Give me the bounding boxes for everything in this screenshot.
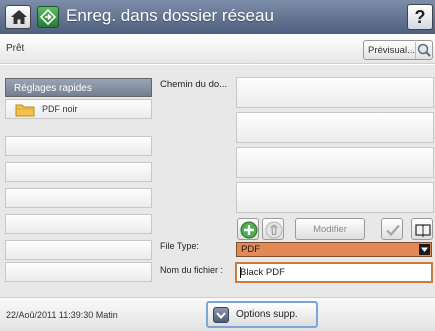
footer-bar: 22/Aoû/2011 11:39:30 Matin Options supp. [0, 297, 435, 331]
trash-icon [265, 221, 283, 239]
quick-set-item[interactable] [5, 188, 152, 208]
address-book-button[interactable] [411, 218, 433, 240]
home-icon [11, 10, 27, 24]
file-type-label: File Type: [160, 241, 199, 251]
quick-set-item[interactable] [5, 262, 152, 282]
modify-label: Modifier [313, 224, 347, 235]
network-folder-icon [37, 6, 59, 28]
book-icon [415, 224, 431, 238]
more-options-label: Options supp. [236, 309, 298, 320]
status-text: Prêt [6, 43, 25, 54]
page-title: Enreg. dans dossier réseau [66, 6, 274, 25]
file-type-select[interactable]: PDF [236, 242, 432, 257]
file-name-label: Nom du fichier : [160, 265, 224, 275]
quick-set-item[interactable] [5, 162, 152, 182]
quick-sets-panel: Réglages rapides PDF noir [5, 78, 152, 290]
chevron-down-icon [419, 244, 430, 255]
path-row[interactable] [236, 182, 434, 213]
check-icon [386, 224, 400, 237]
preview-label: Prévisual... [368, 45, 415, 56]
path-row[interactable] [236, 77, 434, 108]
path-row[interactable] [236, 112, 434, 143]
modify-button[interactable]: Modifier [295, 218, 365, 240]
help-icon: ? [414, 7, 426, 27]
status-bar: Prêt Prévisual... [0, 34, 435, 64]
add-icon [240, 221, 258, 239]
path-row[interactable] [236, 147, 434, 178]
help-button[interactable]: ? [407, 4, 433, 30]
file-name-value: Black PDF [240, 267, 285, 278]
chevron-down-icon [213, 307, 229, 323]
more-options-button[interactable]: Options supp. [206, 301, 318, 328]
folder-icon [15, 103, 35, 122]
quick-set-item[interactable] [5, 136, 152, 156]
delete-button[interactable] [262, 218, 284, 240]
add-button[interactable] [237, 218, 259, 240]
title-bar: Enreg. dans dossier réseau ? [0, 0, 435, 34]
path-label: Chemin du do... [160, 79, 228, 90]
quick-sets-header: Réglages rapides [5, 78, 152, 97]
datetime: 22/Aoû/2011 11:39:30 Matin [6, 310, 118, 320]
main-panel: Réglages rapides PDF noir Chemin du do..… [0, 65, 435, 297]
confirm-button[interactable] [381, 218, 403, 240]
home-button[interactable] [5, 5, 31, 29]
preview-button[interactable]: Prévisual... [363, 40, 433, 60]
quick-set-item[interactable] [5, 214, 152, 234]
quick-set-item[interactable]: PDF noir [5, 99, 152, 119]
magnifier-icon [415, 42, 432, 59]
quick-set-item[interactable] [5, 240, 152, 260]
file-type-value: PDF [241, 244, 260, 255]
file-name-input[interactable]: Black PDF [235, 262, 433, 283]
quick-set-label: PDF noir [42, 104, 78, 114]
